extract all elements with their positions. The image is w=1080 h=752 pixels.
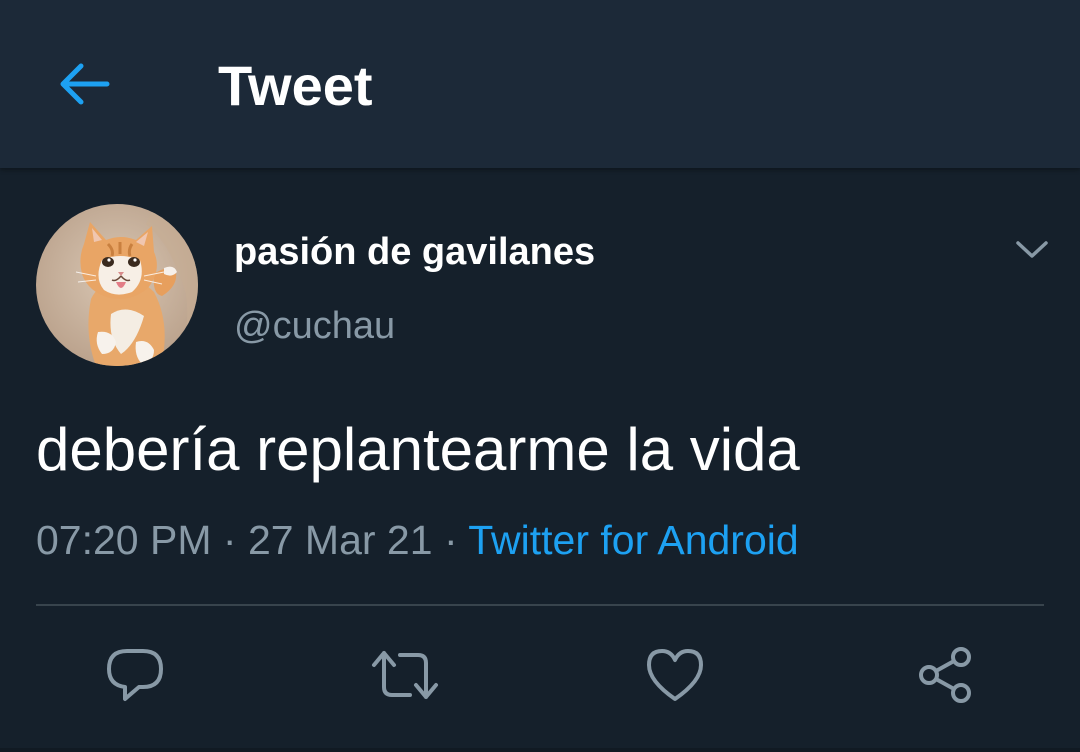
tweet-detail-screen: Tweet pasión de gavilanes @cuchau deberí… <box>0 0 1080 752</box>
divider <box>36 604 1044 606</box>
avatar[interactable] <box>36 204 198 366</box>
tweet-date: 27 Mar 21 <box>247 517 433 563</box>
retweet-icon <box>372 651 438 699</box>
cat-photo <box>36 204 198 366</box>
more-options-button[interactable] <box>1004 228 1060 272</box>
reply-button[interactable] <box>100 640 170 710</box>
tweet-source-link[interactable]: Twitter for Android <box>468 517 798 563</box>
user-handle: @cuchau <box>234 305 396 347</box>
share-button[interactable] <box>910 640 980 710</box>
like-button[interactable] <box>640 640 710 710</box>
bottom-divider <box>0 748 1080 752</box>
top-app-bar: Tweet <box>0 0 1080 168</box>
chevron-down-icon <box>1016 241 1048 258</box>
back-button[interactable] <box>46 50 122 118</box>
page-title: Tweet <box>218 54 373 117</box>
speech-bubble-icon <box>107 649 163 701</box>
arrow-left-icon <box>60 63 110 105</box>
tweet-time: 07:20 PM <box>36 517 212 563</box>
meta-separator: · <box>211 517 248 563</box>
tweet-text: debería replantearme la vida <box>36 416 800 483</box>
retweet-button[interactable] <box>370 640 440 710</box>
heart-icon <box>647 649 703 701</box>
tweet-metadata: 07:20 PM · 27 Mar 21 · Twitter for Andro… <box>36 512 799 568</box>
share-icon <box>919 647 971 703</box>
display-name[interactable]: pasión de gavilanes <box>234 228 595 276</box>
meta-separator: · <box>432 517 469 563</box>
